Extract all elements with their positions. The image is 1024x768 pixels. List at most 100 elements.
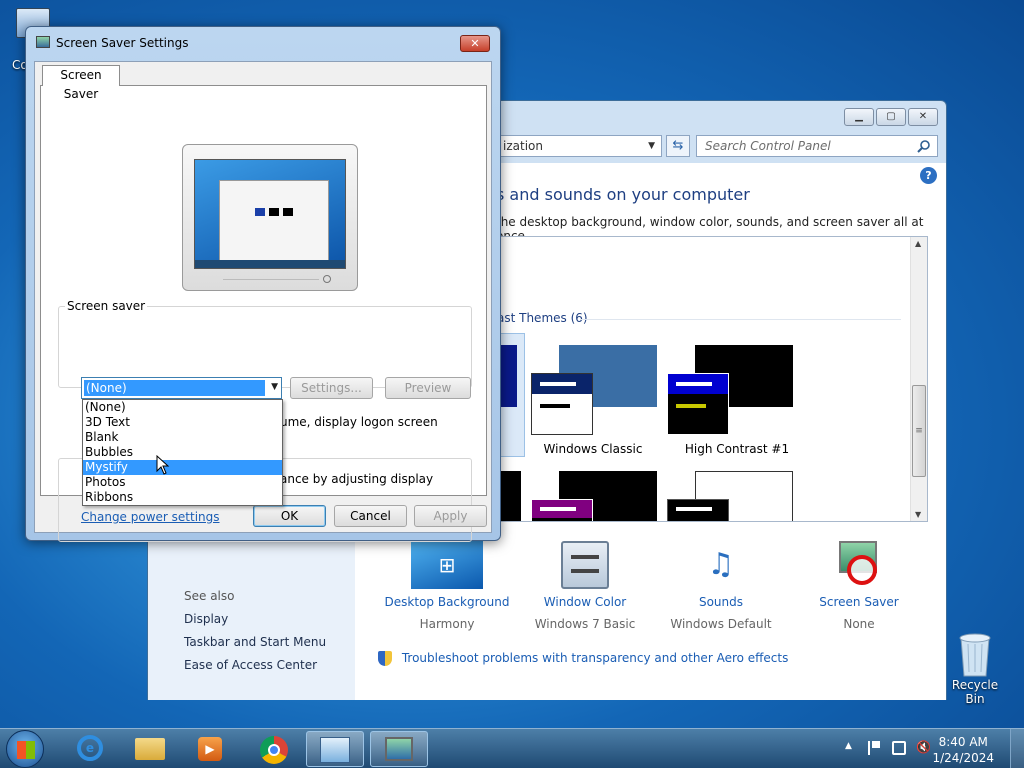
taskbar-internet-explorer[interactable]: e (62, 731, 118, 767)
windows-logo-icon (17, 741, 35, 759)
clock[interactable]: 8:40 AM 1/24/2024 (932, 734, 994, 766)
refresh-icon[interactable]: ⇆ (666, 135, 690, 157)
theme-windows-classic-label: Windows Classic (543, 442, 643, 456)
show-desktop-button[interactable] (1010, 729, 1024, 768)
screen-saver-icon (837, 541, 881, 589)
sounds-item[interactable]: ♫ Sounds Windows Default (656, 541, 786, 631)
ok-button[interactable]: OK (253, 505, 326, 527)
recycle-bin-icon (959, 633, 991, 677)
themes-section-label: ast Themes (6) (497, 311, 588, 325)
address-text: ization (503, 139, 543, 153)
recycle-bin-label: Recycle Bin (951, 678, 999, 706)
help-icon[interactable]: ? (920, 167, 937, 184)
theme-row2-c-preview (667, 499, 729, 521)
section-divider (581, 319, 901, 320)
taskbar: e ▶ ▲ 🔇 8:40 AM 1/24/2024 (0, 728, 1024, 768)
search-input[interactable]: Search Control Panel (696, 135, 938, 157)
shield-icon (378, 651, 392, 666)
change-power-settings-link[interactable]: Change power settings (81, 510, 220, 524)
themes-list: ast Themes (6) Windows Classic High Cont… (496, 236, 928, 522)
option-blank[interactable]: Blank (83, 430, 282, 445)
ease-of-access-link[interactable]: Ease of Access Center (184, 658, 317, 672)
taskbar-chrome[interactable] (246, 731, 302, 767)
screen-saver-dropdown-list[interactable]: (None) 3D Text Blank Bubbles Mystify Pho… (82, 399, 283, 506)
option-none[interactable]: (None) (83, 400, 282, 415)
dialog-title: Screen Saver Settings (56, 36, 189, 50)
volume-muted-icon[interactable]: 🔇 (916, 740, 931, 754)
desktop-background-icon: ⊞ (411, 541, 483, 589)
screen-saver-select[interactable]: (None) ▼ (81, 377, 282, 399)
page-heading: s and sounds on your computer (496, 185, 750, 204)
taskbar-screen-saver-settings[interactable] (370, 731, 428, 767)
search-placeholder: Search Control Panel (705, 139, 831, 153)
chevron-down-icon: ▼ (271, 382, 278, 392)
sounds-value: Windows Default (670, 617, 772, 631)
cancel-button[interactable]: Cancel (334, 505, 407, 527)
action-center-flag-icon[interactable] (868, 741, 880, 755)
maximize-button[interactable]: ▢ (876, 108, 906, 126)
recycle-bin-desktop-icon[interactable]: Recycle Bin (943, 630, 1007, 706)
scroll-down-icon[interactable]: ▼ (915, 510, 921, 519)
option-3d-text[interactable]: 3D Text (83, 415, 282, 430)
taskbar-media-player[interactable]: ▶ (182, 731, 238, 767)
clock-date: 1/24/2024 (932, 751, 994, 765)
apply-button[interactable]: Apply (414, 505, 487, 527)
desktop-background-item[interactable]: ⊞ Desktop Background Harmony (382, 541, 512, 631)
search-icon (917, 140, 930, 153)
taskbar-control-panel[interactable] (306, 731, 364, 767)
folder-icon (135, 738, 165, 760)
theme-high-contrast-1-label: High Contrast #1 (684, 442, 790, 456)
window-controls: ▁ ▢ ✕ (844, 108, 938, 126)
option-bubbles[interactable]: Bubbles (83, 445, 282, 460)
chrome-icon (260, 736, 288, 764)
show-hidden-icons[interactable]: ▲ (845, 741, 852, 751)
screen-saver-title: Screen Saver (819, 595, 899, 609)
screen-saver-group (58, 306, 472, 388)
troubleshoot-link[interactable]: Troubleshoot problems with transparency … (402, 651, 789, 665)
see-also-title: See also (184, 589, 235, 603)
scroll-up-icon[interactable]: ▲ (915, 239, 921, 248)
tab-screen-saver[interactable]: Screen Saver (42, 65, 120, 101)
option-photos[interactable]: Photos (83, 475, 282, 490)
screen-saver-taskbar-icon (385, 737, 413, 761)
control-panel-icon (320, 737, 350, 763)
troubleshoot-row[interactable]: Troubleshoot problems with transparency … (378, 651, 788, 666)
monitor-bezel-line (223, 279, 319, 282)
monitor-power-icon (323, 275, 331, 283)
window-color-icon (561, 541, 609, 589)
window-color-title: Window Color (543, 595, 627, 609)
media-player-icon: ▶ (198, 737, 222, 761)
start-button[interactable] (6, 730, 44, 768)
minimize-button[interactable]: ▁ (844, 108, 874, 126)
tab-panel: Screen saver (None) ▼ Settings... Previe… (40, 85, 487, 542)
internet-explorer-icon: e (77, 735, 103, 761)
screen-saver-item[interactable]: Screen Saver None (794, 541, 924, 631)
sounds-icon: ♫ (707, 547, 735, 582)
option-mystify[interactable]: Mystify (83, 460, 282, 475)
clock-time: 8:40 AM (938, 735, 988, 749)
selected-value: (None) (84, 380, 265, 396)
scroll-thumb[interactable]: ≡ (912, 385, 926, 477)
taskbar-start-menu-link[interactable]: Taskbar and Start Menu (184, 635, 326, 649)
network-icon[interactable] (892, 741, 906, 755)
display-link[interactable]: Display (184, 612, 228, 626)
power-text: ance by adjusting display (280, 472, 434, 486)
theme-windows-classic-preview (531, 373, 593, 435)
screen-saver-value: None (843, 617, 875, 631)
close-button[interactable]: ✕ (908, 108, 938, 126)
settings-button[interactable]: Settings... (290, 377, 373, 399)
taskbar-explorer[interactable] (122, 731, 178, 767)
window-color-item[interactable]: Window Color Windows 7 Basic (520, 541, 650, 631)
theme-high-contrast-1-preview (667, 373, 729, 435)
resume-logon-text: ume, display logon screen (280, 415, 438, 429)
dialog-body: Screen Saver Screen saver (None) ▼ Setti (34, 61, 492, 542)
themes-scrollbar[interactable]: ▲ ≡ ▼ (910, 237, 927, 521)
desktop-background-value: Harmony (419, 617, 475, 631)
theme-row2-b-preview (531, 499, 593, 521)
dialog-close-button[interactable]: ✕ (460, 35, 490, 52)
option-ribbons[interactable]: Ribbons (83, 490, 282, 505)
address-dropdown-icon[interactable]: ▼ (648, 136, 655, 156)
preview-button[interactable]: Preview (385, 377, 471, 399)
screen-saver-settings-dialog: Screen Saver Settings ✕ Screen Saver Scr… (25, 26, 501, 542)
mouse-cursor-icon (156, 455, 170, 475)
